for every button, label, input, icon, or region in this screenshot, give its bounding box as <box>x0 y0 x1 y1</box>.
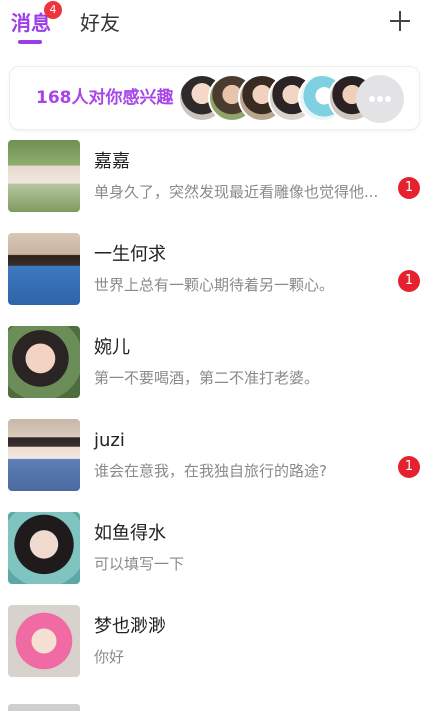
last-message: 单身久了，突然发现最近看雕像也觉得他... <box>94 183 379 201</box>
last-message: 你好 <box>94 648 125 666</box>
tab-friends[interactable]: 好友 <box>80 10 120 36</box>
last-message: 谁会在意我，在我独自旅行的路途? <box>94 462 327 480</box>
avatar <box>8 140 80 212</box>
unread-badge: 1 <box>398 456 420 478</box>
avatar <box>8 326 80 398</box>
list-item[interactable]: 梦也渺渺 你好 <box>0 595 428 688</box>
interest-banner[interactable]: 168人对你感兴趣 <box>9 66 420 130</box>
last-message: 世界上总有一颗心期待着另一颗心。 <box>94 276 335 294</box>
unread-badge: 1 <box>398 270 420 292</box>
unread-badge: 1 <box>398 177 420 199</box>
active-tab-indicator <box>18 40 42 44</box>
avatar <box>8 419 80 491</box>
contact-name: juzi <box>94 430 125 451</box>
list-item[interactable]: 嘉嘉 单身久了，突然发现最近看雕像也觉得他... 1 <box>0 130 428 223</box>
contact-name: 嘉嘉 <box>94 151 130 172</box>
last-message: 可以填写一下 <box>94 555 185 573</box>
avatar <box>8 233 80 305</box>
list-item[interactable]: 如鱼得水 可以填写一下 <box>0 502 428 595</box>
avatar <box>8 512 80 584</box>
plus-icon[interactable] <box>386 6 414 36</box>
last-message: 第一不要喝酒，第二不准打老婆。 <box>94 369 320 387</box>
avatar <box>8 704 80 711</box>
contact-name: 梦也渺渺 <box>94 616 166 637</box>
avatar-stack[interactable] <box>178 74 404 124</box>
interest-count-text: 168人对你感兴趣 <box>36 88 174 108</box>
top-bar: 消息 4 好友 <box>0 0 428 56</box>
list-item[interactable]: 婉儿 第一不要喝酒，第二不准打老婆。 <box>0 316 428 409</box>
more-dots-icon[interactable] <box>356 75 404 123</box>
contact-name: 一生何求 <box>94 244 166 265</box>
contact-name: 婉儿 <box>94 337 130 358</box>
messages-badge: 4 <box>44 1 62 19</box>
list-item[interactable]: juzi 谁会在意我，在我独自旅行的路途? 1 <box>0 409 428 502</box>
list-item[interactable]: 一生何求 世界上总有一颗心期待着另一颗心。 1 <box>0 223 428 316</box>
contact-name: 如鱼得水 <box>94 523 166 544</box>
avatar <box>8 605 80 677</box>
